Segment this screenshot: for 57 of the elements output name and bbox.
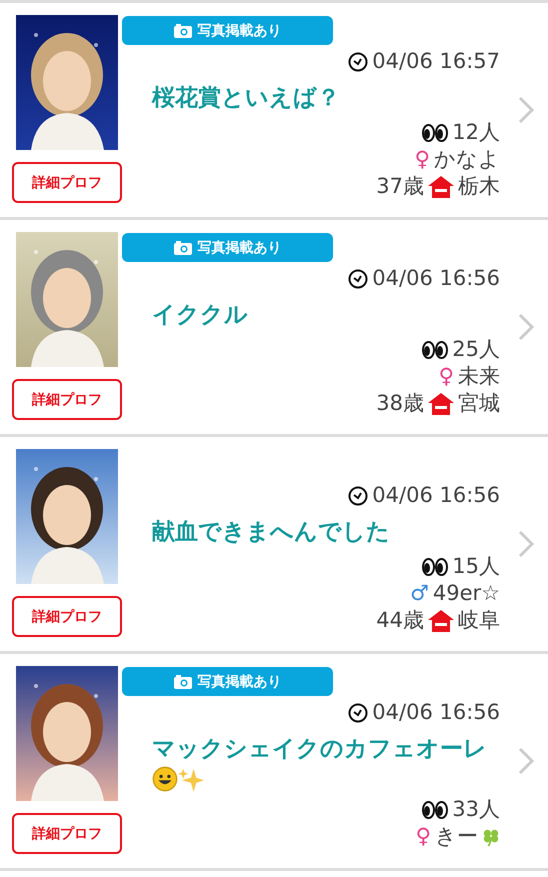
profile-button[interactable]: 詳細プロフ (12, 813, 122, 854)
clock-icon (348, 268, 368, 288)
camera-icon (174, 24, 192, 38)
eyes-icon (422, 340, 448, 360)
view-count: 33人 (452, 796, 500, 823)
view-count: 12人 (452, 119, 500, 146)
camera-icon (174, 240, 192, 254)
profile-button[interactable]: 詳細プロフ (12, 596, 122, 637)
sparkles-icon (178, 766, 204, 792)
post-title: マックシェイクのカフェオーレ (152, 735, 487, 764)
user-age: 37歳 (376, 173, 424, 200)
user-name: きー (435, 823, 478, 850)
house-icon (428, 392, 454, 414)
user-region: 岐阜 (458, 607, 500, 634)
user-name: 未来 (458, 363, 500, 390)
post-title: 献血できまへんでした (152, 518, 390, 547)
chevron-right-icon (518, 747, 534, 775)
photo-badge-label: 写真掲載あり (198, 672, 282, 690)
smiley-icon (152, 766, 178, 792)
clock-icon (348, 702, 368, 722)
user-age: 44歳 (376, 607, 424, 634)
gender-symbol: ♀ (438, 363, 454, 390)
post-time: 04/06 16:56 (372, 265, 500, 292)
photo-badge-label: 写真掲載あり (198, 238, 282, 256)
post-time: 04/06 16:57 (372, 48, 500, 75)
camera-icon (174, 674, 192, 688)
house-icon (428, 176, 454, 198)
gender-symbol: ♂ (410, 580, 429, 607)
post-card[interactable]: 詳細プロフ 写真掲載あり 04/06 16:56 イククル 25人 ♀ 未来 38歳 宮城 (0, 220, 548, 437)
house-icon (428, 610, 454, 632)
view-count: 15人 (452, 553, 500, 580)
user-name: 49er☆ (432, 580, 500, 607)
post-title: イククル (152, 301, 248, 330)
post-time: 04/06 16:56 (372, 699, 500, 726)
post-time: 04/06 16:56 (372, 482, 500, 509)
user-age: 38歳 (376, 390, 424, 417)
post-card[interactable]: 詳細プロフ 写真掲載あり 04/06 16:56 マックシェイクのカフェオーレ 33人 ♀ きー (0, 654, 548, 871)
post-title: 桜花賞といえば？ (152, 84, 340, 113)
clock-icon (348, 486, 368, 506)
photo-badge-label: 写真掲載あり (198, 22, 282, 40)
chevron-right-icon (518, 530, 534, 558)
post-card[interactable]: 詳細プロフ 04/06 16:56 献血できまへんでした 15人 ♂ 49er☆ 44歳 岐阜 (0, 437, 548, 654)
gender-symbol: ♀ (416, 823, 431, 850)
eyes-icon (422, 800, 448, 820)
eyes-icon (422, 122, 448, 142)
chevron-right-icon (518, 313, 534, 341)
chevron-right-icon (518, 96, 534, 124)
user-region: 栃木 (458, 173, 500, 200)
profile-button[interactable]: 詳細プロフ (12, 379, 122, 420)
gender-symbol: ♀ (414, 146, 430, 173)
view-count: 25人 (452, 336, 500, 363)
clock-icon (348, 52, 368, 72)
post-card[interactable]: 詳細プロフ 写真掲載あり 04/06 16:57 桜花賞といえば？ 12人 ♀ かなよ 37歳 栃木 (0, 3, 548, 220)
user-region: 宮城 (458, 390, 500, 417)
profile-button[interactable]: 詳細プロフ (12, 162, 122, 203)
user-name: かなよ (434, 146, 500, 173)
eyes-icon (422, 556, 448, 576)
